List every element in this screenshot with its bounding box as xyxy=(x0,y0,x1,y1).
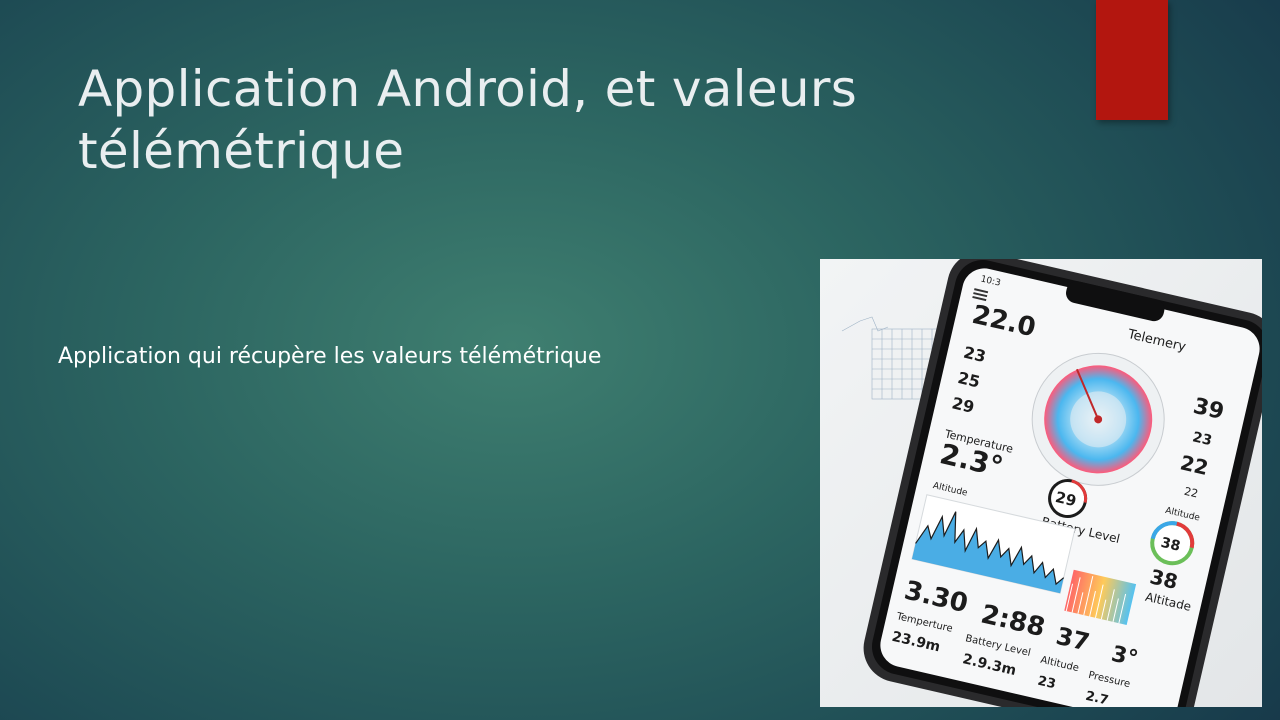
slide-body-text: Application qui récupère les valeurs tél… xyxy=(58,344,602,369)
phone-illustration: 10:3 Telemery 22.0 23 25 29 Temperature … xyxy=(820,259,1262,707)
phone-telemetry-image: 10:3 Telemery 22.0 23 25 29 Temperature … xyxy=(820,259,1262,707)
slide-title: Application Android, et valeurs télémétr… xyxy=(78,60,858,180)
red-accent-rectangle xyxy=(1096,0,1168,120)
